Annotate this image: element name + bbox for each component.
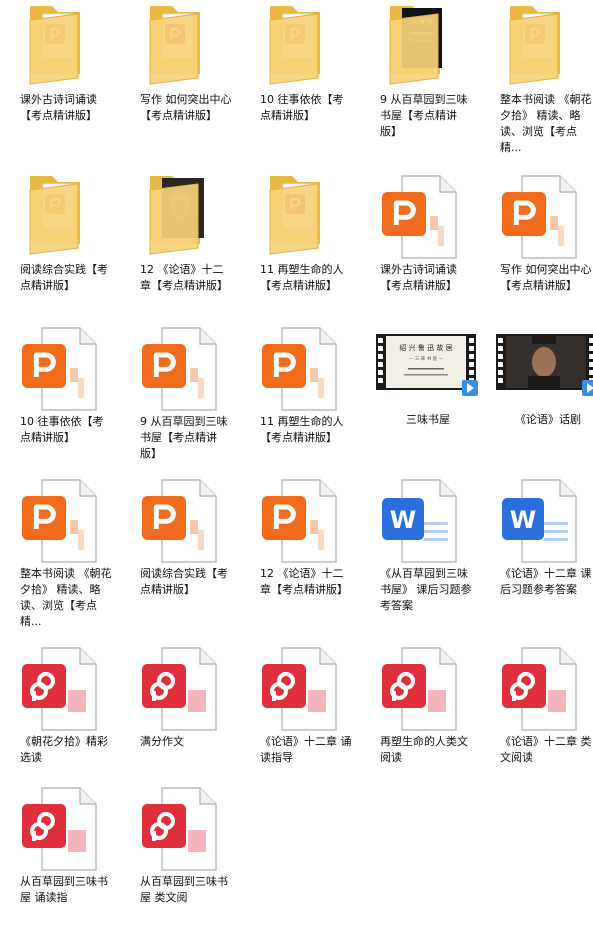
file-name-label: 写作 如何突出中心【考点精讲版】: [500, 263, 592, 292]
file-item-pptx[interactable]: 10 往事依依【考点精讲版】: [8, 322, 126, 482]
file-item-folder[interactable]: 写作 如何突出中心【考点精讲版】: [128, 0, 246, 160]
file-name-label: 整本书阅读 《朝花夕拾》 精读、略读、浏览【考点精...: [500, 93, 592, 154]
folder-icon: [8, 170, 126, 260]
file-name-label: 再塑生命的人类文阅读: [380, 735, 468, 764]
pdf-file-icon: [368, 642, 486, 732]
file-item-video[interactable]: 《论语》话剧: [488, 322, 593, 482]
file-name-label: 《论语》话剧: [515, 413, 581, 426]
folder-icon: [248, 170, 366, 260]
file-item-folder[interactable]: 12 《论语》十二章【考点精讲版】: [128, 170, 246, 330]
file-name-label: 9 从百草园到三味书屋【考点精讲版】: [380, 93, 468, 138]
file-name-label: 9 从百草园到三味书屋【考点精讲版】: [140, 415, 228, 460]
powerpoint-file-icon: [128, 474, 246, 564]
svg-text:W: W: [510, 506, 536, 534]
word-file-icon: W: [488, 474, 593, 564]
file-item-pdf[interactable]: 《朝花夕拾》精彩选读: [8, 642, 126, 802]
pdf-file-icon: [128, 642, 246, 732]
powerpoint-file-icon: [488, 170, 593, 260]
file-item-pptx[interactable]: 写作 如何突出中心【考点精讲版】: [488, 170, 593, 330]
file-item-pptx[interactable]: 阅读综合实践【考点精讲版】: [128, 474, 246, 634]
file-name-label: 11 再塑生命的人【考点精讲版】: [260, 415, 344, 444]
file-name-label: 课外古诗词诵读【考点精讲版】: [380, 263, 457, 292]
file-item-pdf[interactable]: 再塑生命的人类文阅读: [368, 642, 486, 802]
file-item-video[interactable]: 绍 兴 鲁 迅 故 居 — 三 味 书 屋 — 三味书屋: [368, 322, 486, 482]
file-name-label: 课外古诗词诵读【考点精讲版】: [20, 93, 97, 122]
file-grid: 课外古诗词诵读【考点精讲版】 写作 如何突出中心【考点精讲版】 10 往事依依【…: [0, 0, 593, 910]
pdf-file-icon: [248, 642, 366, 732]
powerpoint-file-icon: [8, 322, 126, 412]
file-item-folder[interactable]: 迅 故 居 9 从百草园到三味书屋【考点精讲版】: [368, 0, 486, 160]
svg-text:绍 兴 鲁 迅 故 居: 绍 兴 鲁 迅 故 居: [399, 343, 452, 352]
file-item-folder[interactable]: 课外古诗词诵读【考点精讲版】: [8, 0, 126, 160]
file-item-pptx[interactable]: 整本书阅读 《朝花夕拾》 精读、略读、浏览【考点精...: [8, 474, 126, 634]
file-name-label: 从百草园到三味书屋 诵读指: [20, 875, 108, 904]
file-name-label: 阅读综合实践【考点精讲版】: [140, 567, 228, 596]
svg-text:— 三 味 书 屋 —: — 三 味 书 屋 —: [409, 355, 444, 362]
video-file-icon: 绍 兴 鲁 迅 故 居 — 三 味 书 屋 —: [368, 322, 486, 412]
file-name-label: 《从百草园到三味书屋》 课后习题参考答案: [380, 567, 472, 612]
powerpoint-file-icon: [128, 322, 246, 412]
file-item-folder[interactable]: 10 往事依依【考点精讲版】: [248, 0, 366, 160]
pdf-file-icon: [8, 642, 126, 732]
folder-icon: [248, 0, 366, 90]
powerpoint-file-icon: [248, 474, 366, 564]
folder-icon: [8, 0, 126, 90]
file-item-pptx[interactable]: 9 从百草园到三味书屋【考点精讲版】: [128, 322, 246, 482]
file-name-label: 12 《论语》十二章【考点精讲版】: [140, 263, 228, 292]
file-name-label: 从百草园到三味书屋 类文阅: [140, 875, 228, 904]
file-item-pptx[interactable]: 11 再塑生命的人【考点精讲版】: [248, 322, 366, 482]
word-file-icon: W: [368, 474, 486, 564]
file-name-label: 三味书屋: [406, 413, 450, 426]
powerpoint-file-icon: [368, 170, 486, 260]
file-item-pdf[interactable]: 《论语》十二章 类文阅读: [488, 642, 593, 802]
file-name-label: 《论语》十二章 课后习题参考答案: [500, 567, 592, 596]
pdf-file-icon: [8, 782, 126, 872]
file-name-label: 《朝花夕拾》精彩选读: [20, 735, 108, 764]
file-name-label: 写作 如何突出中心【考点精讲版】: [140, 93, 232, 122]
pdf-file-icon: [128, 782, 246, 872]
file-item-pptx[interactable]: 课外古诗词诵读【考点精讲版】: [368, 170, 486, 330]
folder-icon: 迅 故 居: [368, 0, 486, 90]
file-name-label: 10 往事依依【考点精讲版】: [260, 93, 344, 122]
file-name-label: 《论语》十二章 诵读指导: [260, 735, 352, 764]
file-item-folder[interactable]: 阅读综合实践【考点精讲版】: [8, 170, 126, 330]
file-name-label: 阅读综合实践【考点精讲版】: [20, 263, 108, 292]
file-item-pptx[interactable]: 12 《论语》十二章【考点精讲版】: [248, 474, 366, 634]
file-name-label: 《论语》十二章 类文阅读: [500, 735, 592, 764]
file-name-label: 满分作文: [140, 735, 184, 748]
video-file-icon: [488, 322, 593, 412]
pdf-file-icon: [488, 642, 593, 732]
file-item-pdf[interactable]: 从百草园到三味书屋 诵读指: [8, 782, 126, 942]
file-name-label: 12 《论语》十二章【考点精讲版】: [260, 567, 348, 596]
file-name-label: 11 再塑生命的人【考点精讲版】: [260, 263, 344, 292]
powerpoint-file-icon: [8, 474, 126, 564]
file-item-docx[interactable]: W 《从百草园到三味书屋》 课后习题参考答案: [368, 474, 486, 634]
file-item-pdf[interactable]: 从百草园到三味书屋 类文阅: [128, 782, 246, 942]
folder-icon: [128, 0, 246, 90]
folder-icon: [128, 170, 246, 260]
file-item-folder[interactable]: 11 再塑生命的人【考点精讲版】: [248, 170, 366, 330]
folder-icon: [488, 0, 593, 90]
file-item-pdf[interactable]: 《论语》十二章 诵读指导: [248, 642, 366, 802]
file-item-docx[interactable]: W 《论语》十二章 课后习题参考答案: [488, 474, 593, 634]
svg-text:W: W: [390, 506, 416, 534]
file-item-pdf[interactable]: 满分作文: [128, 642, 246, 802]
file-item-folder[interactable]: 整本书阅读 《朝花夕拾》 精读、略读、浏览【考点精...: [488, 0, 593, 160]
file-name-label: 10 往事依依【考点精讲版】: [20, 415, 104, 444]
file-name-label: 整本书阅读 《朝花夕拾》 精读、略读、浏览【考点精...: [20, 567, 112, 628]
powerpoint-file-icon: [248, 322, 366, 412]
